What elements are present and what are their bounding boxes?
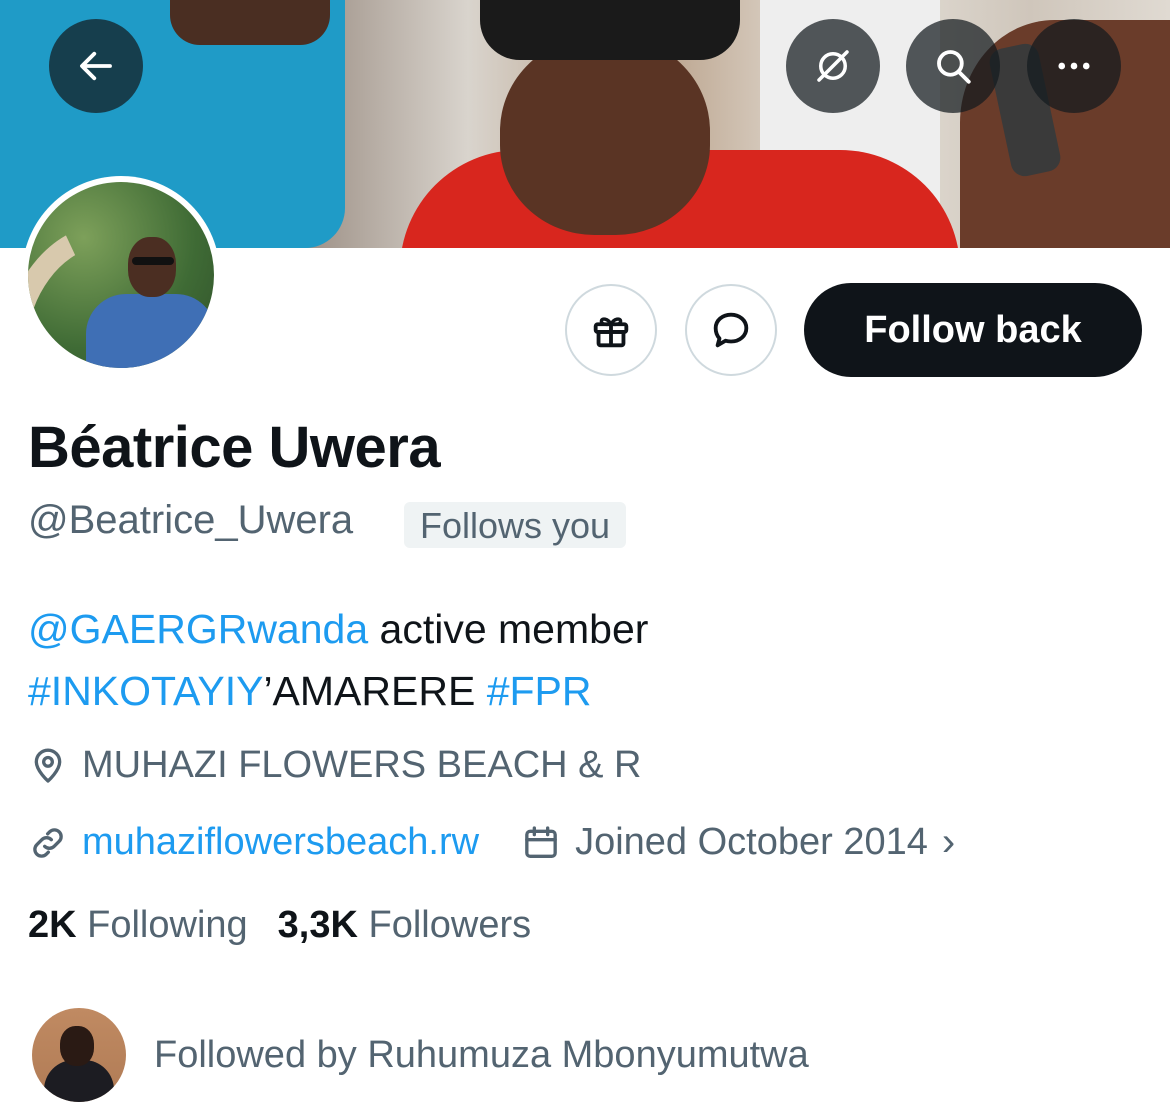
bio-text: ’AMARERE: [263, 668, 487, 714]
profile-location: MUHAZI FLOWERS BEACH & R: [28, 744, 642, 787]
avatar-photo-region: [86, 294, 214, 368]
banner-photo-region: [480, 0, 740, 60]
follow-back-button[interactable]: Follow back: [804, 283, 1142, 377]
gift-icon: [593, 317, 629, 348]
search-icon: [937, 50, 971, 84]
avatar-photo-region: [132, 257, 174, 265]
followed-by-row[interactable]: Followed by Ruhumuza Mbonyumutwa: [32, 1008, 809, 1102]
link-icon: [33, 827, 63, 858]
gift-button[interactable]: [565, 284, 657, 376]
profile-name: Béatrice Uwera: [28, 415, 441, 480]
profile-meta-row: muhaziflowersbeach.rw Joined October 201…: [28, 820, 955, 865]
profile-avatar[interactable]: [22, 176, 220, 374]
profile-handle: @Beatrice_Uwera: [28, 498, 354, 542]
avatar-photo-region: [128, 237, 176, 297]
joined-date[interactable]: Joined October 2014 ›: [521, 820, 955, 865]
back-button[interactable]: [49, 19, 143, 113]
avatar-image: [28, 182, 214, 368]
following-label: Following: [87, 904, 248, 946]
followers-stat[interactable]: 3,3K Followers: [278, 904, 531, 947]
bio-text: active member: [368, 606, 649, 652]
grok-button[interactable]: [786, 19, 880, 113]
bio-line-2: #INKOTAYIY’AMARERE #FPR: [28, 660, 648, 722]
location-text: MUHAZI FLOWERS BEACH & R: [82, 744, 642, 786]
avatar-photo-region: [60, 1026, 94, 1066]
more-button[interactable]: [1027, 19, 1121, 113]
followers-count: 3,3K: [277, 904, 358, 946]
bio-hashtag-link[interactable]: #INKOTAYIY: [28, 668, 263, 714]
calendar-icon: [525, 825, 557, 858]
location-pin-icon: [34, 748, 62, 783]
profile-bio: @GAERGRwanda active member #INKOTAYIY’AM…: [28, 598, 648, 722]
followers-label: Followers: [368, 904, 532, 946]
joined-text: Joined October 2014: [575, 821, 928, 863]
following-stat[interactable]: 2K Following: [28, 904, 248, 947]
bio-line-1: @GAERGRwanda active member: [28, 598, 648, 660]
following-count: 2K: [28, 904, 77, 946]
search-button[interactable]: [906, 19, 1000, 113]
chevron-right-icon: ›: [941, 820, 956, 864]
banner-photo-region: [170, 0, 330, 45]
followed-by-text: Followed by Ruhumuza Mbonyumutwa: [154, 1033, 809, 1076]
avatar-photo-region: [44, 1060, 114, 1102]
message-button[interactable]: [685, 284, 777, 376]
arrow-left-icon: [80, 51, 112, 81]
follows-you-badge: Follows you: [404, 502, 627, 548]
more-horizontal-icon: [1058, 62, 1090, 70]
banner-photo-region: [500, 35, 710, 235]
website-link[interactable]: muhaziflowersbeach.rw: [82, 821, 479, 864]
profile-stats: 2K Following 3,3K Followers: [28, 904, 561, 947]
follower-avatar: [32, 1008, 126, 1102]
bio-hashtag-link[interactable]: #FPR: [487, 668, 592, 714]
bio-mention-link[interactable]: @GAERGRwanda: [28, 606, 368, 652]
grok-icon: [817, 50, 849, 82]
message-bubble-icon: [713, 312, 749, 348]
